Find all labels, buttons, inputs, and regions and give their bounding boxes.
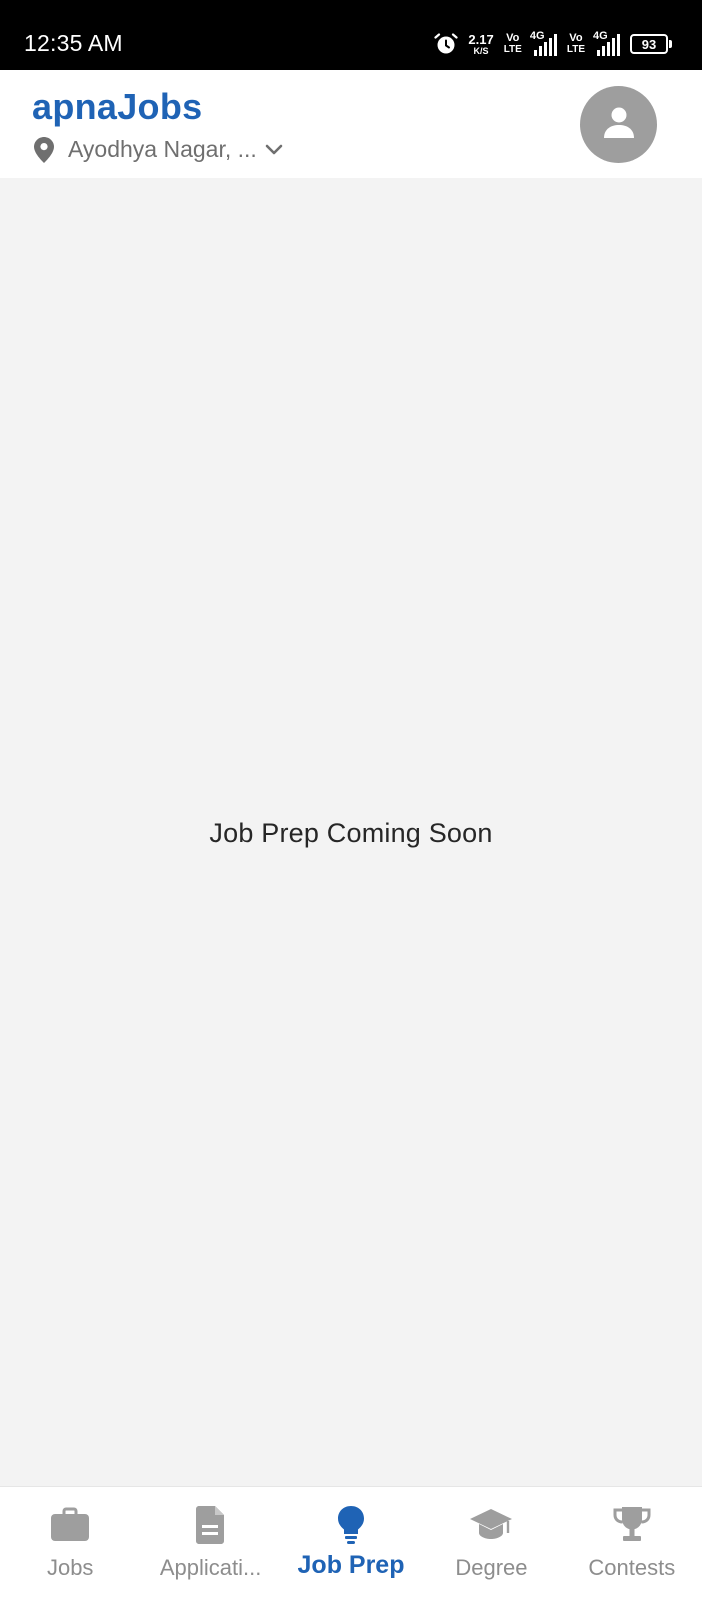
app-screen: 12:35 AM 2.17 K/S Vo LTE 4G Vo LTE 4G 93… xyxy=(0,0,702,1600)
sim2-signal-icon: 4G xyxy=(593,30,620,56)
nav-item-jobs[interactable]: Jobs xyxy=(0,1487,140,1600)
status-time: 12:35 AM xyxy=(24,30,123,56)
sim2-volte-bottom: LTE xyxy=(566,44,585,55)
coming-soon-message: Job Prep Coming Soon xyxy=(209,818,493,848)
sim2-volte-indicator: Vo LTE xyxy=(567,33,585,55)
briefcase-icon xyxy=(50,1505,90,1545)
battery-level: 93 xyxy=(630,34,668,54)
sim1-volte-top: Vo xyxy=(506,32,520,44)
alarm-icon xyxy=(434,32,458,56)
status-icons: 2.17 K/S Vo LTE 4G Vo LTE 4G 93 xyxy=(434,30,672,58)
nav-label-applications: Applicati... xyxy=(159,1555,262,1580)
nav-item-applications[interactable]: Applicati... xyxy=(140,1487,280,1600)
document-icon xyxy=(191,1505,231,1545)
nav-item-degree[interactable]: Degree xyxy=(421,1487,561,1600)
profile-avatar-button[interactable] xyxy=(580,86,657,163)
bottom-navigation: Jobs Applicati... Job Prep Degree Contes… xyxy=(0,1486,702,1600)
location-selector[interactable]: Ayodhya Nagar, ... xyxy=(34,136,283,163)
sim1-volte-bottom: LTE xyxy=(503,44,522,55)
nav-label-job-prep: Job Prep xyxy=(297,1551,405,1579)
nav-label-degree: Degree xyxy=(455,1555,528,1580)
sim2-volte-top: Vo xyxy=(569,32,583,44)
sim1-network-type: 4G xyxy=(529,30,545,42)
lightbulb-icon xyxy=(331,1505,371,1545)
sim1-volte-indicator: Vo LTE xyxy=(504,33,522,55)
app-title: apnaJobs xyxy=(32,86,203,127)
person-icon xyxy=(601,104,637,145)
network-speed-value: 2.17 xyxy=(468,31,494,47)
network-speed: 2.17 K/S xyxy=(468,33,493,56)
network-speed-unit: K/S xyxy=(473,45,489,56)
chevron-down-icon xyxy=(265,144,283,156)
main-content: Job Prep Coming Soon xyxy=(0,178,702,1486)
status-bar: 12:35 AM 2.17 K/S Vo LTE 4G Vo LTE 4G 93 xyxy=(0,0,702,70)
nav-item-contests[interactable]: Contests xyxy=(562,1487,702,1600)
graduation-cap-icon xyxy=(469,1505,513,1545)
location-pin-icon xyxy=(34,136,54,163)
location-text: Ayodhya Nagar, ... xyxy=(68,136,257,162)
sim2-network-type: 4G xyxy=(593,30,608,42)
nav-label-jobs: Jobs xyxy=(46,1555,94,1580)
nav-item-job-prep[interactable]: Job Prep xyxy=(281,1487,421,1600)
nav-label-contests: Contests xyxy=(588,1555,676,1580)
sim1-signal-icon: 4G xyxy=(529,30,557,56)
trophy-icon xyxy=(612,1505,652,1545)
battery-icon: 93 xyxy=(630,34,672,54)
app-header: apnaJobs Ayodhya Nagar, ... xyxy=(0,70,702,178)
